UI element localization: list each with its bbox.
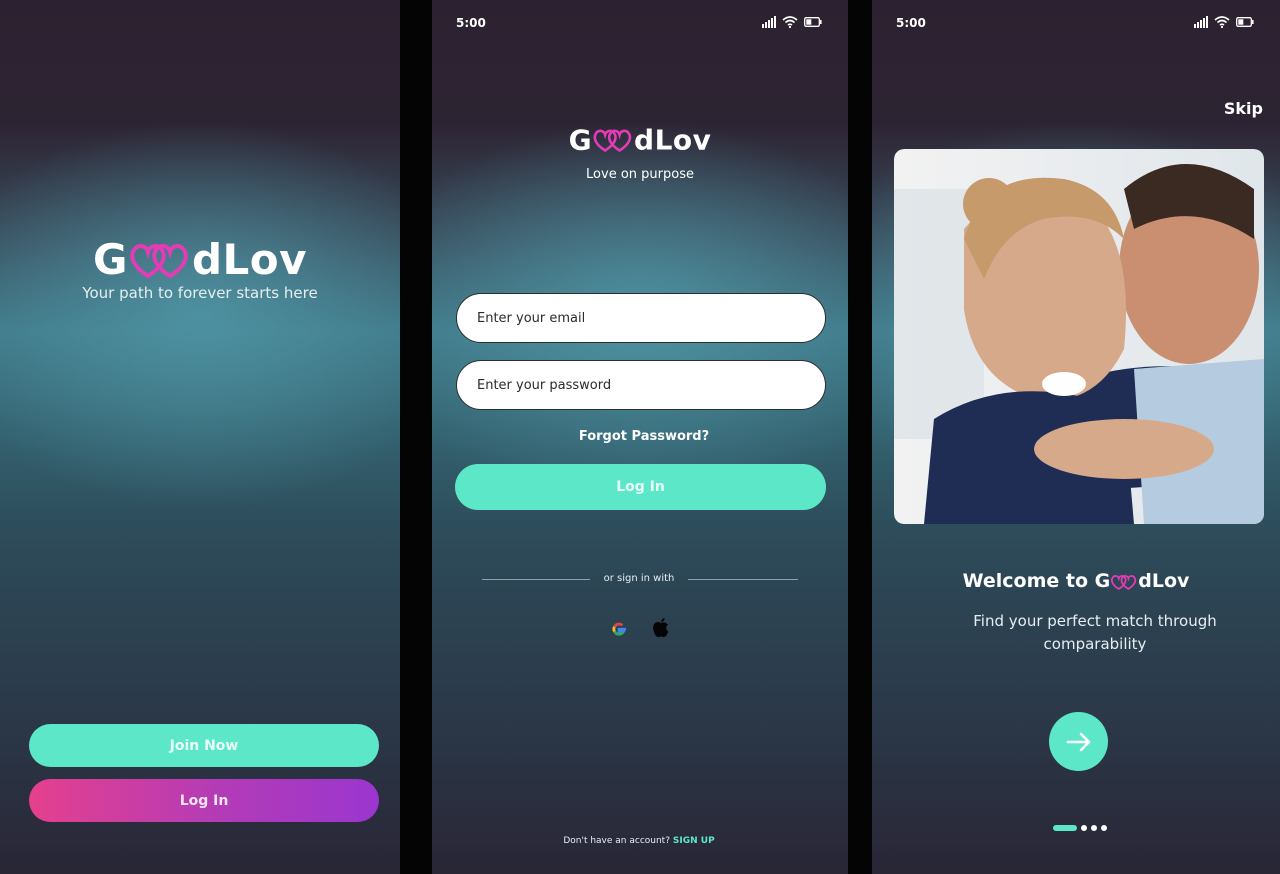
signup-row: Don't have an account? SIGN UP xyxy=(432,836,846,846)
login-button[interactable]: Log In xyxy=(29,779,379,822)
divider-right xyxy=(688,579,798,580)
status-icons xyxy=(762,16,822,28)
forgot-password-link[interactable]: Forgot Password? xyxy=(432,429,848,444)
signal-icon xyxy=(1194,16,1208,28)
login-submit-button[interactable]: Log In xyxy=(455,464,826,510)
hearts-logo-icon xyxy=(593,129,632,153)
couple-photo xyxy=(894,149,1264,524)
page-indicator xyxy=(1053,825,1107,831)
divider-left xyxy=(482,579,590,580)
arrow-right-icon xyxy=(1066,732,1090,751)
skip-button[interactable]: Skip xyxy=(1224,99,1263,118)
email-field[interactable]: Enter your email xyxy=(456,293,826,343)
page-dot xyxy=(1081,825,1087,831)
welcome-logo: GdLov xyxy=(1094,570,1190,592)
page-dot-active xyxy=(1053,825,1077,831)
password-placeholder: Enter your password xyxy=(477,377,612,393)
hearts-logo-icon xyxy=(130,243,188,278)
signal-icon xyxy=(762,16,776,28)
google-icon[interactable] xyxy=(609,619,629,639)
onboarding-subtitle: Find your perfect match through comparab… xyxy=(973,612,1217,653)
splash-tagline: Your path to forever starts here xyxy=(82,284,318,302)
login-screen: 5:00 GdLov Love on purpose Enter your em… xyxy=(432,0,848,874)
wifi-icon xyxy=(1214,16,1230,28)
signup-link[interactable]: SIGN UP xyxy=(673,836,715,846)
status-time: 5:00 xyxy=(456,16,486,30)
signup-prompt: Don't have an account? xyxy=(563,836,670,846)
app-logo: GdLov xyxy=(568,123,712,157)
app-logo: GdLov xyxy=(92,235,308,284)
battery-icon xyxy=(1236,17,1254,27)
hearts-logo-icon xyxy=(1111,574,1137,590)
next-button[interactable] xyxy=(1049,712,1108,771)
onboarding-screen: 5:00 Skip Welcome to GdLov Find your per… xyxy=(872,0,1280,874)
wifi-icon xyxy=(782,16,798,28)
login-tagline: Love on purpose xyxy=(586,167,694,182)
password-field[interactable]: Enter your password xyxy=(456,360,826,410)
splash-screen: GdLov Your path to forever starts here J… xyxy=(0,0,400,874)
page-dot xyxy=(1101,825,1107,831)
join-now-button[interactable]: Join Now xyxy=(29,724,379,767)
battery-icon xyxy=(804,17,822,27)
page-dot xyxy=(1091,825,1097,831)
status-time: 5:00 xyxy=(896,16,926,30)
welcome-heading: Welcome to GdLov xyxy=(872,570,1280,592)
welcome-prefix: Welcome to xyxy=(962,570,1089,592)
apple-icon[interactable] xyxy=(651,617,671,639)
email-placeholder: Enter your email xyxy=(477,310,586,326)
divider-text: or sign in with xyxy=(603,573,675,584)
status-icons xyxy=(1194,16,1254,28)
